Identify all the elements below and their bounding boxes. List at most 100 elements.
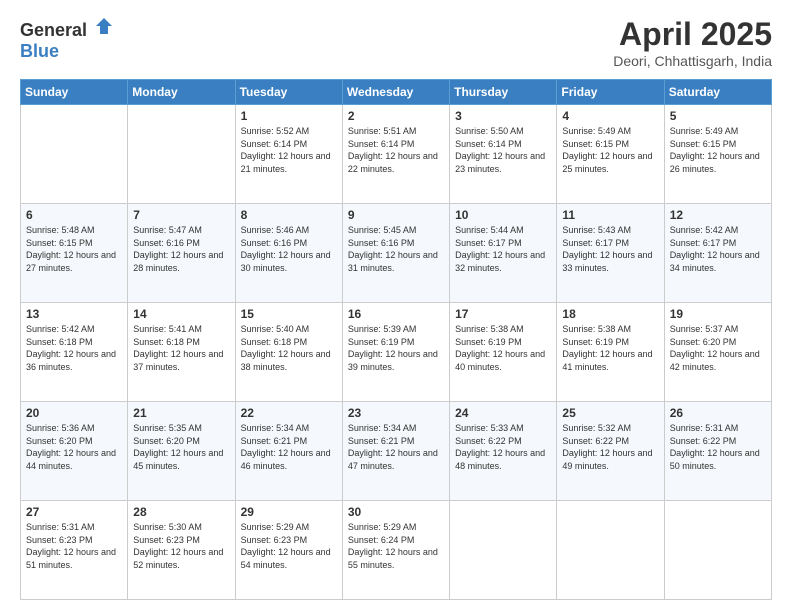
logo-text: General Blue (20, 16, 114, 62)
table-row: 24Sunrise: 5:33 AM Sunset: 6:22 PM Dayli… (450, 402, 557, 501)
day-info: Sunrise: 5:49 AM Sunset: 6:15 PM Dayligh… (670, 125, 766, 175)
day-number: 30 (348, 505, 444, 519)
day-info: Sunrise: 5:31 AM Sunset: 6:23 PM Dayligh… (26, 521, 122, 571)
calendar-week-row: 20Sunrise: 5:36 AM Sunset: 6:20 PM Dayli… (21, 402, 772, 501)
table-row: 3Sunrise: 5:50 AM Sunset: 6:14 PM Daylig… (450, 105, 557, 204)
table-row: 25 Sunrise: 5:32 AM Sunset: 6:22 PM Dayli… (557, 402, 664, 501)
table-row: 23 Sunrise: 5:34 AM Sunset: 6:21 PM Dayli… (342, 402, 449, 501)
day-info: Sunrise: 5:45 AM Sunset: 6:16 PM Dayligh… (348, 224, 444, 274)
col-tuesday: Tuesday (235, 80, 342, 105)
table-row: 28Sunrise: 5:30 AM Sunset: 6:23 PM Dayli… (128, 501, 235, 600)
day-info: Sunrise: 5:43 AM Sunset: 6:17 PM Dayligh… (562, 224, 658, 274)
day-number: 15 (241, 307, 337, 321)
day-number: 12 (670, 208, 766, 222)
day-info: Sunrise: 5:49 AM Sunset: 6:15 PM Dayligh… (562, 125, 658, 175)
calendar-week-row: 13 Sunrise: 5:42 AM Sunset: 6:18 PM Dayli… (21, 303, 772, 402)
day-number: 9 (348, 208, 444, 222)
calendar-week-row: 1 Sunrise: 5:52 AM Sunset: 6:14 PM Daylig… (21, 105, 772, 204)
month-title: April 2025 (613, 16, 772, 53)
day-number: 16 (348, 307, 444, 321)
table-row: 15 Sunrise: 5:40 AM Sunset: 6:18 PM Dayli… (235, 303, 342, 402)
day-number: 18 (562, 307, 658, 321)
table-row: 29 Sunrise: 5:29 AM Sunset: 6:23 PM Dayli… (235, 501, 342, 600)
table-row: 27 Sunrise: 5:31 AM Sunset: 6:23 PM Dayli… (21, 501, 128, 600)
day-number: 23 (348, 406, 444, 420)
day-info: Sunrise: 5:33 AM Sunset: 6:22 PM Dayligh… (455, 422, 551, 472)
col-thursday: Thursday (450, 80, 557, 105)
table-row: 2 Sunrise: 5:51 AM Sunset: 6:14 PM Daylig… (342, 105, 449, 204)
day-number: 13 (26, 307, 122, 321)
table-row: 14 Sunrise: 5:41 AM Sunset: 6:18 PM Dayli… (128, 303, 235, 402)
table-row: 12 Sunrise: 5:42 AM Sunset: 6:17 PM Dayli… (664, 204, 771, 303)
day-number: 6 (26, 208, 122, 222)
day-number: 1 (241, 109, 337, 123)
table-row: 20Sunrise: 5:36 AM Sunset: 6:20 PM Dayli… (21, 402, 128, 501)
table-row (664, 501, 771, 600)
day-info: Sunrise: 5:42 AM Sunset: 6:17 PM Dayligh… (670, 224, 766, 274)
day-info: Sunrise: 5:42 AM Sunset: 6:18 PM Dayligh… (26, 323, 122, 373)
table-row: 26 Sunrise: 5:31 AM Sunset: 6:22 PM Dayli… (664, 402, 771, 501)
day-number: 14 (133, 307, 229, 321)
day-info: Sunrise: 5:40 AM Sunset: 6:18 PM Dayligh… (241, 323, 337, 373)
table-row: 7 Sunrise: 5:47 AM Sunset: 6:16 PM Daylig… (128, 204, 235, 303)
day-number: 4 (562, 109, 658, 123)
location: Deori, Chhattisgarh, India (613, 53, 772, 69)
table-row: 8 Sunrise: 5:46 AM Sunset: 6:16 PM Daylig… (235, 204, 342, 303)
day-info: Sunrise: 5:48 AM Sunset: 6:15 PM Dayligh… (26, 224, 122, 274)
col-sunday: Sunday (21, 80, 128, 105)
day-info: Sunrise: 5:37 AM Sunset: 6:20 PM Dayligh… (670, 323, 766, 373)
day-number: 25 (562, 406, 658, 420)
day-info: Sunrise: 5:34 AM Sunset: 6:21 PM Dayligh… (241, 422, 337, 472)
table-row: 1 Sunrise: 5:52 AM Sunset: 6:14 PM Daylig… (235, 105, 342, 204)
table-row: 18Sunrise: 5:38 AM Sunset: 6:19 PM Dayli… (557, 303, 664, 402)
day-number: 17 (455, 307, 551, 321)
calendar-week-row: 6 Sunrise: 5:48 AM Sunset: 6:15 PM Daylig… (21, 204, 772, 303)
day-info: Sunrise: 5:38 AM Sunset: 6:19 PM Dayligh… (455, 323, 551, 373)
table-row: 21Sunrise: 5:35 AM Sunset: 6:20 PM Dayli… (128, 402, 235, 501)
table-row: 4 Sunrise: 5:49 AM Sunset: 6:15 PM Daylig… (557, 105, 664, 204)
day-number: 20 (26, 406, 122, 420)
day-info: Sunrise: 5:44 AM Sunset: 6:17 PM Dayligh… (455, 224, 551, 274)
day-info: Sunrise: 5:31 AM Sunset: 6:22 PM Dayligh… (670, 422, 766, 472)
day-number: 19 (670, 307, 766, 321)
table-row: 6 Sunrise: 5:48 AM Sunset: 6:15 PM Daylig… (21, 204, 128, 303)
table-row: 11Sunrise: 5:43 AM Sunset: 6:17 PM Dayli… (557, 204, 664, 303)
table-row: 10 Sunrise: 5:44 AM Sunset: 6:17 PM Dayli… (450, 204, 557, 303)
day-info: Sunrise: 5:39 AM Sunset: 6:19 PM Dayligh… (348, 323, 444, 373)
table-row (128, 105, 235, 204)
logo-general: General (20, 20, 87, 40)
day-number: 3 (455, 109, 551, 123)
day-info: Sunrise: 5:47 AM Sunset: 6:16 PM Dayligh… (133, 224, 229, 274)
day-info: Sunrise: 5:52 AM Sunset: 6:14 PM Dayligh… (241, 125, 337, 175)
table-row: 17 Sunrise: 5:38 AM Sunset: 6:19 PM Dayli… (450, 303, 557, 402)
day-number: 27 (26, 505, 122, 519)
table-row: 22 Sunrise: 5:34 AM Sunset: 6:21 PM Dayli… (235, 402, 342, 501)
day-number: 26 (670, 406, 766, 420)
title-block: April 2025 Deori, Chhattisgarh, India (613, 16, 772, 69)
day-number: 2 (348, 109, 444, 123)
header: General Blue April 2025 Deori, Chhattisg… (20, 16, 772, 69)
col-friday: Friday (557, 80, 664, 105)
day-info: Sunrise: 5:34 AM Sunset: 6:21 PM Dayligh… (348, 422, 444, 472)
calendar-table: Sunday Monday Tuesday Wednesday Thursday… (20, 79, 772, 600)
day-number: 22 (241, 406, 337, 420)
calendar-header-row: Sunday Monday Tuesday Wednesday Thursday… (21, 80, 772, 105)
logo-blue: Blue (20, 41, 59, 61)
day-info: Sunrise: 5:51 AM Sunset: 6:14 PM Dayligh… (348, 125, 444, 175)
day-number: 10 (455, 208, 551, 222)
day-number: 7 (133, 208, 229, 222)
day-number: 29 (241, 505, 337, 519)
day-info: Sunrise: 5:46 AM Sunset: 6:16 PM Dayligh… (241, 224, 337, 274)
day-number: 8 (241, 208, 337, 222)
table-row: 9 Sunrise: 5:45 AM Sunset: 6:16 PM Daylig… (342, 204, 449, 303)
day-info: Sunrise: 5:32 AM Sunset: 6:22 PM Dayligh… (562, 422, 658, 472)
day-number: 5 (670, 109, 766, 123)
day-info: Sunrise: 5:29 AM Sunset: 6:24 PM Dayligh… (348, 521, 444, 571)
col-monday: Monday (128, 80, 235, 105)
day-info: Sunrise: 5:29 AM Sunset: 6:23 PM Dayligh… (241, 521, 337, 571)
day-number: 28 (133, 505, 229, 519)
day-info: Sunrise: 5:41 AM Sunset: 6:18 PM Dayligh… (133, 323, 229, 373)
table-row: 19 Sunrise: 5:37 AM Sunset: 6:20 PM Dayli… (664, 303, 771, 402)
col-wednesday: Wednesday (342, 80, 449, 105)
table-row (557, 501, 664, 600)
